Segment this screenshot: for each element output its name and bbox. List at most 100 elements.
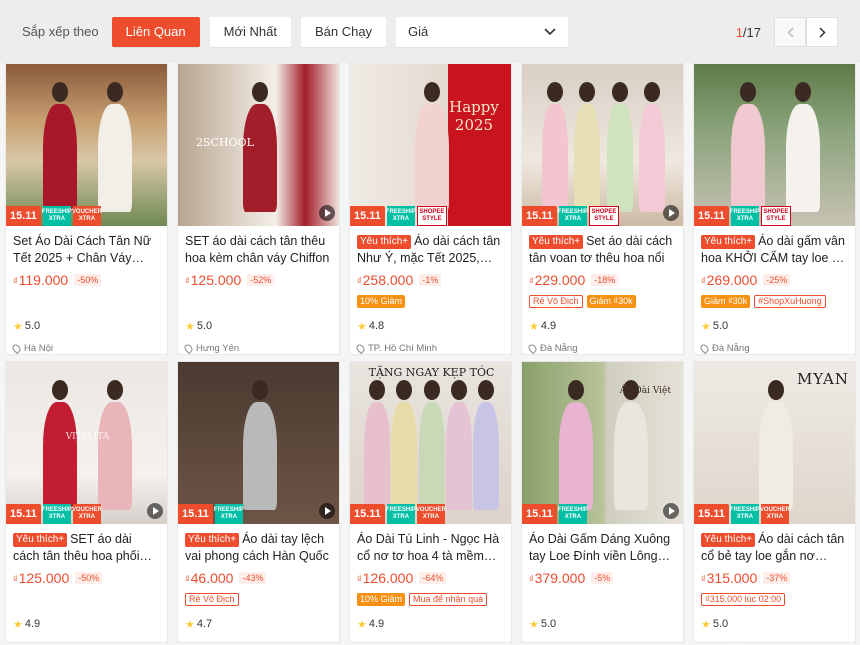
product-image[interactable]: 15.11 FREESHIP XTRA — [178, 362, 339, 524]
product-image[interactable]: Áo Dài Việt 15.11 FREESHIP XTRA — [522, 362, 683, 524]
product-card[interactable]: 15.11 FREESHIP XTRA Yêu thích+ Áo dài tay lệ… — [177, 361, 340, 643]
promo-tags: Rẻ Vô Địch Giảm ₫30k — [529, 292, 676, 310]
voucher-badge-line2: XTRA — [78, 216, 96, 222]
currency-symbol: ₫ — [185, 574, 190, 584]
product-card[interactable]: Happy 2025 15.11 FREESHIP XTRA SHOPEE STYLE Yê… — [349, 63, 512, 355]
voucher-badge-line2: XTRA — [78, 514, 96, 520]
product-card[interactable]: Áo Dài Việt 15.11 FREESHIP XTRA Áo Dài Gấm D… — [521, 361, 684, 643]
voucher-badge-line1: VOUCHER — [415, 507, 446, 513]
product-title[interactable]: Set Áo Dài Cách Tân Nữ Tết 2025 + Chân V… — [13, 233, 160, 267]
model-figure — [785, 104, 820, 212]
model-figure — [445, 402, 472, 510]
freeship-badge-line2: XTRA — [736, 216, 754, 222]
price-row: ₫ 126.000 -64% — [357, 568, 504, 588]
sort-bar: Sắp xếp theo Liên Quan Mới Nhất Bán Chạy… — [0, 0, 860, 63]
discount-badge: -37% — [763, 572, 791, 584]
promo-tags: 10% Giảm Mua để nhận quà — [357, 590, 504, 608]
shop-location: Đà Nẵng — [526, 342, 676, 354]
style-badge-line2: STYLE — [766, 216, 786, 222]
promo-tags — [13, 590, 160, 608]
freeship-badge: FREESHIP XTRA — [42, 206, 72, 226]
voucher-badge: VOUCHER XTRA — [760, 504, 790, 524]
product-card[interactable]: 15.11 FREESHIP XTRA SHOPEE STYLE Yêu thích+ Se… — [521, 63, 684, 355]
product-title[interactable]: Yêu thích+ Set áo dài cách tân voan tơ th… — [529, 233, 676, 267]
product-image-background — [694, 64, 855, 226]
freeship-badge: FREESHIP XTRA — [730, 504, 760, 524]
price-row: ₫ 229.000 -18% — [529, 270, 676, 290]
discount-badge: -52% — [247, 274, 275, 286]
product-image[interactable]: 15.11 FREESHIP XTRA VOUCHER XTRA — [6, 64, 167, 226]
location-pin-icon — [526, 640, 539, 642]
rating: ★ 5.0 — [701, 319, 848, 333]
sort-bestseller-button[interactable]: Bán Chạy — [300, 16, 387, 47]
product-title[interactable]: Yêu thích+ Áo dài tay lệch vai phong cách… — [185, 531, 332, 565]
style-badge: SHOPEE STYLE — [416, 206, 447, 226]
style-badge-line1: SHOPEE — [591, 209, 617, 215]
product-title[interactable]: Yêu thích+ Áo dài cách tân Như Ý, mặc Tết… — [357, 233, 504, 267]
currency-symbol: ₫ — [185, 276, 190, 286]
promo-tag: Giảm ₫30k — [701, 294, 751, 308]
location-text: TP. Hồ Chí Minh — [368, 342, 437, 354]
promo-badge-row: 15.11 FREESHIP XTRA VOUCHER XTRA — [694, 504, 790, 524]
product-image[interactable]: Happy 2025 15.11 FREESHIP XTRA SHOPEE STYLE — [350, 64, 511, 226]
product-price: 119.000 — [18, 272, 69, 288]
product-card[interactable]: VITALITA 15.11 FREESHIP XTRA VOUCHER XTRA Yêu … — [5, 361, 168, 643]
product-card[interactable]: TẶNG NGAY KẸP TÓC 15.11 FREESHIP XTRA VOUCHE… — [349, 361, 512, 643]
sale-1511-badge: 15.11 — [350, 206, 385, 226]
next-page-button[interactable] — [806, 17, 838, 47]
currency-symbol: ₫ — [529, 276, 534, 286]
shop-location: Hà Nội — [10, 342, 160, 354]
sort-label: Sắp xếp theo — [22, 24, 99, 39]
style-badge: SHOPEE STYLE — [588, 206, 619, 226]
product-title[interactable]: SET áo dài cách tân thêu hoa kèm chân vá… — [185, 233, 332, 267]
rating-value: 5.0 — [24, 320, 41, 332]
favorite-plus-badge: Yêu thích+ — [701, 235, 756, 249]
freeship-badge-line1: FREESHIP — [557, 507, 588, 513]
freeship-badge-line1: FREESHIP — [385, 507, 416, 513]
video-play-icon — [663, 205, 679, 221]
product-image[interactable]: 2SCHOOL — [178, 64, 339, 226]
freeship-badge-line1: FREESHIP — [729, 209, 760, 215]
currency-symbol: ₫ — [701, 574, 706, 584]
voucher-badge: VOUCHER XTRA — [72, 206, 102, 226]
star-icon: ★ — [701, 618, 711, 631]
product-card[interactable]: 15.11 FREESHIP XTRA VOUCHER XTRA Set Áo Dài C… — [5, 63, 168, 355]
promo-tags — [529, 590, 676, 608]
product-image[interactable]: 15.11 FREESHIP XTRA SHOPEE STYLE — [522, 64, 683, 226]
product-image[interactable]: VITALITA 15.11 FREESHIP XTRA VOUCHER XTRA — [6, 362, 167, 524]
product-title[interactable]: Yêu thích+ SET áo dài cách tân thêu hoa p… — [13, 531, 160, 565]
star-icon: ★ — [357, 618, 367, 631]
currency-symbol: ₫ — [357, 276, 362, 286]
product-image[interactable]: MYAN 15.11 FREESHIP XTRA VOUCHER XTRA — [694, 362, 855, 524]
prev-page-button[interactable] — [774, 17, 806, 47]
sort-newest-button[interactable]: Mới Nhất — [209, 16, 291, 47]
model-figure — [559, 402, 594, 510]
sort-relevance-button[interactable]: Liên Quan — [111, 16, 200, 47]
rating-value: 5.0 — [712, 320, 729, 332]
product-card[interactable]: MYAN 15.11 FREESHIP XTRA VOUCHER XTRA Yêu thíc… — [693, 361, 856, 643]
promo-tags: Giảm ₫30k #ShopXuHuong — [701, 292, 848, 310]
product-price: 229.000 — [534, 272, 586, 288]
sort-price-select[interactable]: Giá — [396, 16, 569, 47]
product-title[interactable]: Áo Dài Tú Linh - Ngọc Hà cổ nơ tơ hoa 4 … — [357, 531, 504, 565]
freeship-badge: FREESHIP XTRA — [214, 504, 244, 524]
product-title[interactable]: Áo Dài Gấm Dáng Xuông tay Loe Đính viền … — [529, 531, 676, 565]
voucher-badge: VOUCHER XTRA — [72, 504, 102, 524]
product-title[interactable]: Yêu thích+ Áo dài gấm vân hoa KHỞI CẨM ta… — [701, 233, 848, 267]
product-info: Set Áo Dài Cách Tân Nữ Tết 2025 + Chân V… — [6, 226, 167, 354]
shop-location: Nam Định — [354, 640, 504, 642]
product-image-background — [6, 362, 167, 524]
model-head — [611, 82, 628, 102]
location-text: Đà Nẵng — [540, 342, 578, 354]
product-card[interactable]: 2SCHOOL SET áo dài cách tân thêu hoa kèm … — [177, 63, 340, 355]
model-figure — [43, 402, 78, 510]
product-info: Yêu thích+ Áo dài tay lệch vai phong cách… — [178, 524, 339, 631]
rating: ★ 4.9 — [357, 617, 504, 631]
model-head — [794, 82, 811, 102]
product-image[interactable]: 15.11 FREESHIP XTRA SHOPEE STYLE — [694, 64, 855, 226]
product-price: 125.000 — [190, 272, 242, 288]
product-image[interactable]: TẶNG NGAY KẸP TÓC 15.11 FREESHIP XTRA VOUCHE… — [350, 362, 511, 524]
product-title[interactable]: Yêu thích+ Áo dài cách tân cổ bẻ tay loe … — [701, 531, 848, 565]
model-head — [477, 380, 494, 400]
product-card[interactable]: 15.11 FREESHIP XTRA SHOPEE STYLE Yêu thích+ Áo… — [693, 63, 856, 355]
